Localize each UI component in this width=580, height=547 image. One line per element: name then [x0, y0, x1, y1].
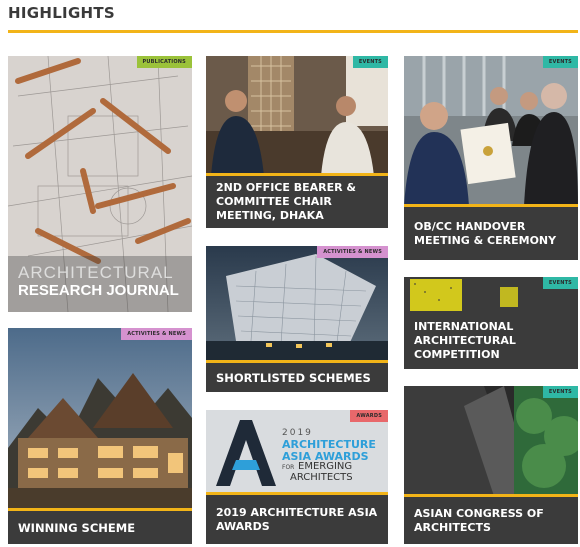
- awards-banner-line3: EMERGING: [298, 461, 353, 472]
- card-caption: SHORTLISTED SCHEMES: [206, 360, 388, 392]
- awards-banner: 2019 ARCHITECTURE ASIA AWARDS FOR EMERGI…: [206, 410, 388, 492]
- card-research-journal[interactable]: PUBLICATIONS ARCHITECTURAL RESEARCH JOUR…: [8, 56, 192, 312]
- shortlisted-schemes-image: [206, 246, 388, 361]
- category-tag: ACTIVITIES & NEWS: [317, 246, 388, 258]
- card-caption: OB/CC HANDOVER MEETING & CEREMONY: [404, 204, 578, 260]
- asian-congress-image: [404, 386, 578, 496]
- category-tag: EVENTS: [542, 386, 578, 398]
- category-tag: EVENTS: [542, 277, 578, 289]
- section-title: HIGHLIGHTS: [8, 4, 116, 22]
- card-handover-ceremony[interactable]: EVENTS OB/CC HANDOVER MEETING & CEREMONY: [404, 56, 578, 260]
- card-architectural-competition[interactable]: EVENTS INTERNATIONAL ARCHITECTURAL COMPE…: [404, 277, 578, 369]
- category-tag: ACTIVITIES & NEWS: [121, 328, 192, 340]
- card-architecture-asia-awards[interactable]: 2019 ARCHITECTURE ASIA AWARDS FOR EMERGI…: [206, 410, 388, 544]
- card-winning-scheme[interactable]: ACTIVITIES & NEWS WINNING SCHEME: [8, 328, 192, 544]
- journal-title-line1: ARCHITECTURAL: [18, 263, 174, 282]
- section-divider: [8, 30, 578, 33]
- awards-a-logo: [216, 420, 276, 486]
- card-caption: ASIAN CONGRESS OF ARCHITECTS: [404, 494, 578, 544]
- card-asian-congress[interactable]: EVENTS ASIAN CONGRESS OF ARCHITECTS: [404, 386, 578, 544]
- journal-title-line2: RESEARCH JOURNAL: [18, 282, 179, 299]
- category-tag: EVENTS: [352, 56, 388, 68]
- card-dhaka-meeting[interactable]: EVENTS 2ND OFFICE BEARER & COMMITTEE CHA…: [206, 56, 388, 228]
- category-tag: PUBLICATIONS: [136, 56, 192, 68]
- card-caption: 2019 ARCHITECTURE ASIA AWARDS: [206, 492, 388, 544]
- awards-banner-for: FOR: [282, 464, 295, 471]
- dhaka-meeting-image: [206, 56, 388, 176]
- winning-scheme-image: [8, 328, 192, 508]
- card-caption: INTERNATIONAL ARCHITECTURAL COMPETITION: [404, 313, 578, 369]
- card-caption: WINNING SCHEME: [8, 508, 192, 544]
- handover-ceremony-image: [404, 56, 578, 206]
- card-caption: 2ND OFFICE BEARER & COMMITTEE CHAIR MEET…: [206, 173, 388, 228]
- awards-banner-line4: ARCHITECTS: [290, 472, 353, 483]
- category-tag: EVENTS: [542, 56, 578, 68]
- category-tag: AWARDS: [350, 410, 388, 422]
- card-shortlisted-schemes[interactable]: ACTIVITIES & NEWS SHORTLISTED SCHEMES: [206, 246, 388, 392]
- awards-banner-year: 2019: [282, 428, 313, 438]
